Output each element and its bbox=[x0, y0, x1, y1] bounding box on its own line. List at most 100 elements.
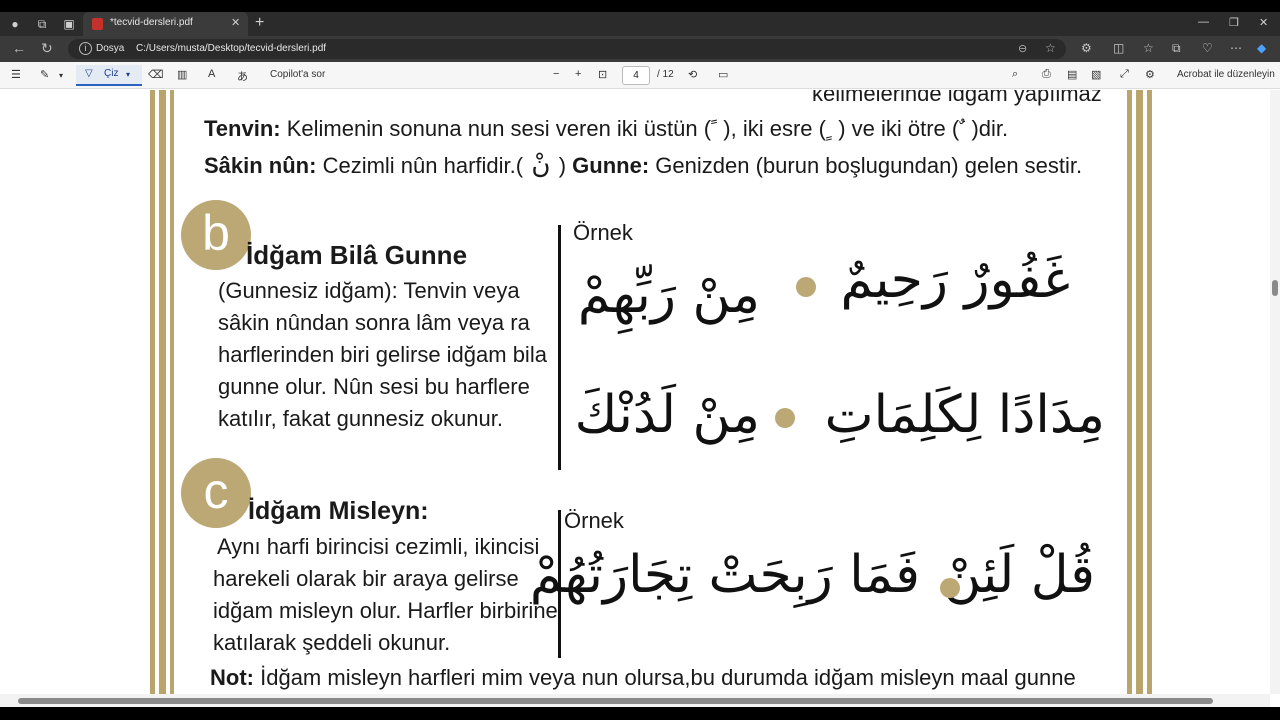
section-c-line: harekeli olarak bir araya gelirse bbox=[213, 566, 519, 591]
border-stripe bbox=[1136, 90, 1143, 694]
fullscreen-icon[interactable]: ⤢ bbox=[1120, 68, 1129, 81]
section-b-example-label: Örnek bbox=[573, 220, 633, 245]
tenvin-term: Tenvin: bbox=[204, 116, 281, 141]
back-icon[interactable]: ← bbox=[12, 40, 26, 56]
site-label: Dosya bbox=[96, 43, 125, 54]
tenvin-definition-2: ), iki esre ( bbox=[723, 116, 826, 141]
collections-icon[interactable]: ⧉ bbox=[1172, 41, 1181, 56]
arabic-example: مِدَادًا لِكَلِمَاتِ bbox=[824, 385, 1105, 445]
note-line: Not: İdğam misleyn harfleri mim veya nun… bbox=[210, 665, 1076, 691]
section-b-body: (Gunnesiz idğam): Tenvin veya sâkin nûnd… bbox=[218, 275, 547, 435]
two-page-icon[interactable]: ▭ bbox=[718, 68, 728, 81]
section-b-badge: b bbox=[181, 200, 251, 270]
sakin-nun-line: Sâkin nûn: Cezimli nûn harfidir.( نْ ) G… bbox=[204, 150, 1082, 180]
zoom-icon[interactable]: ⊖ bbox=[1018, 42, 1027, 55]
border-stripe bbox=[1147, 90, 1152, 694]
performance-icon[interactable]: ♡ bbox=[1202, 41, 1213, 55]
vertical-scrollbar[interactable] bbox=[1270, 90, 1280, 694]
restore-icon[interactable]: ❐ bbox=[1229, 16, 1239, 29]
page-view-icon[interactable]: ▥ bbox=[177, 68, 187, 81]
tenvin-line: Tenvin: Kelimenin sonuna nun sesi veren … bbox=[204, 116, 1008, 142]
fit-page-icon[interactable]: ⊡ bbox=[598, 68, 607, 81]
pdf-icon bbox=[92, 18, 103, 30]
page-number-input[interactable]: 4 bbox=[622, 66, 650, 85]
note-term: Not: bbox=[210, 665, 254, 690]
section-c-body: Aynı harfi birincisi cezimli, ikincisi h… bbox=[213, 531, 558, 659]
section-b-line: gunne olur. Nûn sesi bu harflere bbox=[218, 374, 530, 399]
sakin-term: Sâkin nûn: bbox=[204, 153, 317, 178]
contents-icon[interactable]: ☰ bbox=[11, 68, 21, 81]
draw-dropdown-icon[interactable]: ▾ bbox=[126, 70, 130, 79]
separator-dot bbox=[796, 277, 816, 297]
search-icon[interactable]: ⌕ bbox=[1012, 68, 1018, 81]
border-stripe bbox=[150, 90, 155, 694]
highlight-icon[interactable]: ✎ bbox=[40, 68, 49, 81]
section-c-line: idğam misleyn olur. Harfler birbirine bbox=[213, 598, 558, 623]
arabic-example: قُلْ لَئِنْ bbox=[943, 545, 1095, 605]
omnibox[interactable]: i Dosya C:/Users/musta/Desktop/tecvid-de… bbox=[68, 39, 1066, 59]
arabic-example: غَفُورٌ رَحِيمٌ bbox=[840, 250, 1070, 310]
draw-button[interactable]: ▽ Çiz ▾ bbox=[76, 65, 142, 86]
address-bar: ← ↻ i Dosya C:/Users/musta/Desktop/tecvi… bbox=[0, 36, 1280, 62]
horizontal-scrollbar[interactable] bbox=[0, 694, 1270, 707]
rotate-icon[interactable]: ⟲ bbox=[688, 68, 697, 81]
section-b-line: harflerinden biri gelirse idğam bila bbox=[218, 342, 547, 367]
close-tab-icon[interactable]: ✕ bbox=[231, 16, 240, 29]
workspaces-icon[interactable]: ⧉ bbox=[33, 15, 51, 33]
copilot-icon[interactable]: ◆ bbox=[1257, 41, 1266, 55]
section-c-title: İdğam Misleyn: bbox=[248, 497, 429, 525]
zoom-out-icon[interactable]: − bbox=[553, 68, 559, 80]
section-c-line: Aynı harfi birincisi cezimli, ikincisi bbox=[217, 534, 540, 559]
acrobat-edit-button[interactable]: Acrobat ile düzenleyin bbox=[1177, 69, 1275, 80]
translate-icon[interactable]: あ bbox=[237, 68, 248, 84]
favorite-star-icon[interactable]: ☆ bbox=[1045, 41, 1056, 55]
nun-sakin-glyph: نْ bbox=[523, 150, 559, 180]
section-c-badge: c bbox=[181, 458, 251, 528]
tab-actions-icon[interactable]: ▣ bbox=[60, 15, 78, 33]
draw-icon: ▽ bbox=[85, 68, 93, 79]
tenvin-definition: Kelimenin sonuna nun sesi veren iki üstü… bbox=[286, 116, 712, 141]
section-b-line: katılır, fakat gunnesiz okunur. bbox=[218, 406, 503, 431]
eraser-icon[interactable]: ⌫ bbox=[148, 68, 164, 81]
save-icon[interactable]: ▤ bbox=[1067, 68, 1077, 81]
read-aloud-icon[interactable]: A bbox=[208, 68, 215, 80]
refresh-icon[interactable]: ↻ bbox=[41, 40, 53, 57]
border-stripe bbox=[159, 90, 166, 694]
section-c-example-label: Örnek bbox=[564, 508, 624, 533]
new-tab-icon[interactable]: + bbox=[255, 14, 264, 32]
kasratan-mark: ٍ bbox=[825, 117, 839, 141]
draw-label: Çiz bbox=[104, 68, 119, 79]
arabic-example: مِنْ رَبِّهِمْ bbox=[577, 265, 760, 325]
save-as-icon[interactable]: ▧ bbox=[1091, 68, 1101, 81]
minimize-icon[interactable]: — bbox=[1198, 16, 1209, 28]
arabic-example: مِنْ لَدُنْكَ bbox=[574, 385, 760, 445]
vertical-scroll-thumb[interactable] bbox=[1272, 280, 1278, 296]
section-b-line: (Gunnesiz idğam): Tenvin veya bbox=[218, 278, 520, 303]
info-icon[interactable]: i bbox=[79, 42, 92, 55]
tab-title: *tecvid-dersleri.pdf bbox=[110, 17, 193, 28]
browser-window: ● ⧉ ▣ *tecvid-dersleri.pdf ✕ + — ❐ ✕ ← ↻… bbox=[0, 12, 1280, 707]
gunne-term: Gunne: bbox=[572, 153, 650, 178]
pdf-page-area: kelimelerinde idğam yapılmaz Tenvin: Kel… bbox=[0, 90, 1270, 694]
section-b-title: İdğam Bilâ Gunne bbox=[246, 240, 468, 270]
favorites-icon[interactable]: ☆ bbox=[1143, 41, 1154, 55]
profile-icon[interactable]: ● bbox=[6, 15, 24, 33]
url-text[interactable]: C:/Users/musta/Desktop/tecvid-dersleri.p… bbox=[136, 43, 326, 54]
zoom-in-icon[interactable]: + bbox=[575, 68, 581, 80]
horizontal-scroll-thumb[interactable] bbox=[18, 698, 1213, 704]
close-window-icon[interactable]: ✕ bbox=[1259, 16, 1268, 29]
split-screen-icon[interactable]: ◫ bbox=[1113, 41, 1124, 55]
extensions-icon[interactable]: ⚙ bbox=[1081, 41, 1092, 55]
dammatan-mark: ٌ bbox=[959, 117, 972, 141]
settings-icon[interactable]: ⚙ bbox=[1145, 68, 1155, 81]
more-menu-icon[interactable]: ⋯ bbox=[1230, 41, 1242, 55]
print-icon[interactable]: ⎙ bbox=[1042, 68, 1051, 81]
copilot-ask-button[interactable]: Copilot'a sor bbox=[270, 69, 325, 80]
tab-active[interactable]: *tecvid-dersleri.pdf ✕ bbox=[83, 12, 248, 36]
fathatan-mark: ً bbox=[711, 117, 724, 141]
sakin-definition: Cezimli nûn harfidir.( bbox=[322, 153, 524, 178]
section-c-line: katılarak şeddeli okunur. bbox=[213, 630, 451, 655]
border-stripe bbox=[1127, 90, 1132, 694]
pdf-toolbar: ☰ ✎ ▾ ▽ Çiz ▾ ⌫ ▥ A あ Copilot'a sor − + … bbox=[0, 62, 1280, 89]
highlight-dropdown-icon[interactable]: ▾ bbox=[59, 71, 63, 80]
